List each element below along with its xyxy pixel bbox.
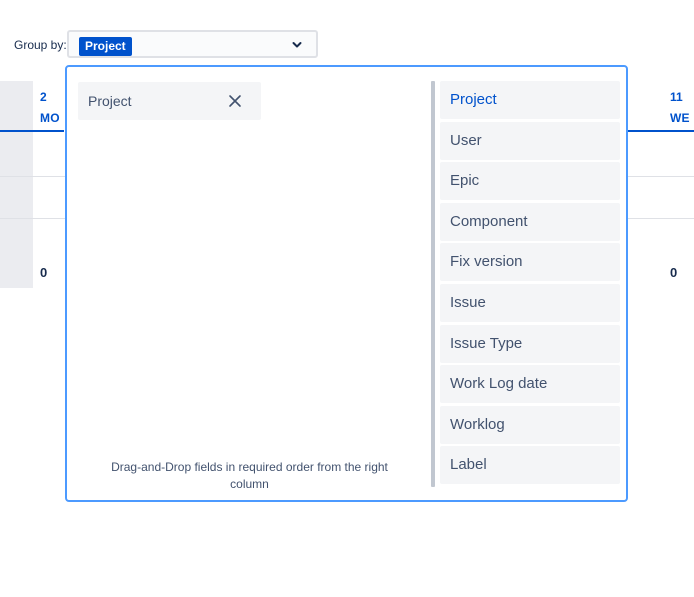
header-underline: [628, 130, 694, 132]
selected-field-chip[interactable]: Project: [78, 82, 261, 120]
group-by-select[interactable]: Project: [67, 30, 318, 58]
field-item-user[interactable]: User: [440, 121, 620, 160]
day-number: 2: [40, 90, 47, 104]
day-number: 11: [670, 90, 683, 104]
day-name: MO: [40, 111, 60, 125]
header-underline: [33, 130, 64, 132]
field-item-epic[interactable]: Epic: [440, 162, 620, 201]
group-by-popup: Project Drag-and-Drop fields in required…: [65, 65, 628, 502]
group-by-label: Group by:: [14, 38, 67, 52]
day-total: 0: [670, 265, 678, 280]
field-item-fix-version[interactable]: Fix version: [440, 243, 620, 282]
available-fields-list: Project User Epic Component Fix version …: [440, 81, 620, 487]
chevron-down-icon[interactable]: [292, 40, 302, 50]
field-item-worklog[interactable]: Worklog: [440, 405, 620, 444]
group-by-tag[interactable]: Project: [79, 37, 132, 56]
field-item-component[interactable]: Component: [440, 202, 620, 241]
field-item-issue-type[interactable]: Issue Type: [440, 324, 620, 363]
close-icon[interactable]: [227, 93, 243, 109]
selected-field-label: Project: [88, 93, 132, 109]
column-divider: [431, 81, 435, 487]
field-item-project[interactable]: Project: [440, 81, 620, 119]
field-item-issue[interactable]: Issue: [440, 283, 620, 322]
day-total: 0: [40, 265, 48, 280]
header-underline: [0, 130, 33, 132]
worklog-report-view: 2 MO 0 11 WE 0 Group by: Project Project…: [0, 0, 694, 597]
drag-drop-hint: Drag-and-Drop fields in required order f…: [111, 460, 388, 491]
day-name: WE: [670, 111, 690, 125]
left-column-background: [0, 81, 33, 288]
field-item-work-log-date[interactable]: Work Log date: [440, 365, 620, 404]
field-item-label[interactable]: Label: [440, 446, 620, 485]
